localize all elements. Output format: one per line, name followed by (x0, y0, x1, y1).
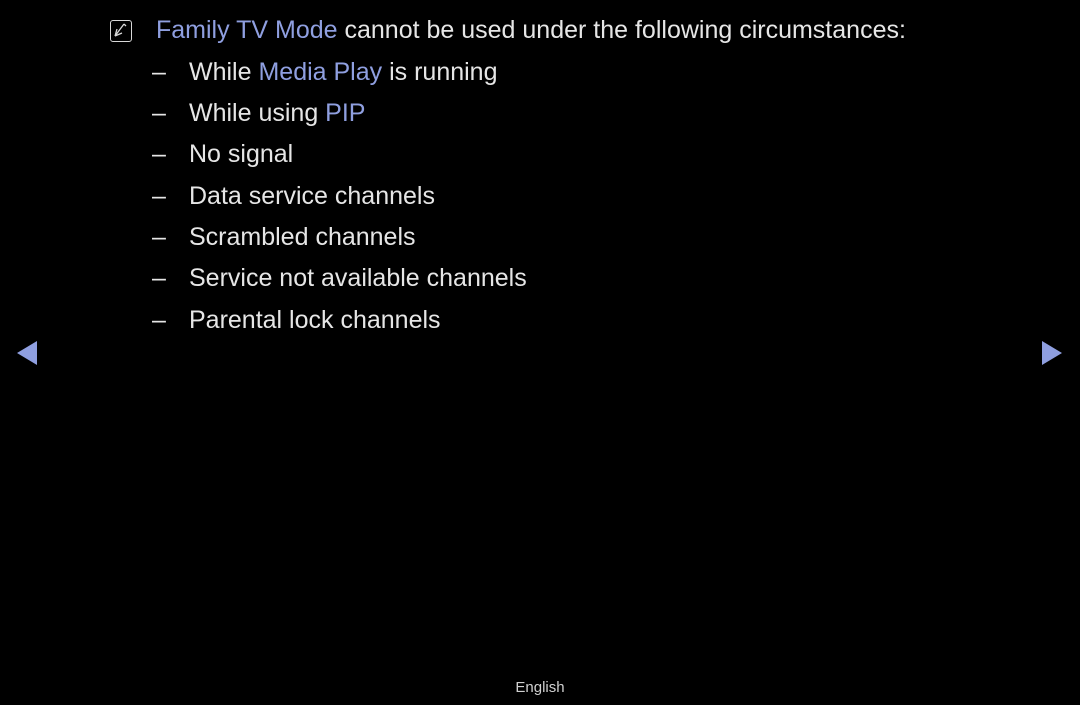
next-page-arrow-icon[interactable] (1042, 341, 1062, 365)
note-icon (110, 20, 132, 42)
item-text-post: is running (382, 58, 498, 86)
list-item: – Parental lock channels (152, 306, 441, 335)
dash: – (152, 58, 166, 86)
list-item: – Scrambled channels (152, 223, 416, 252)
language-label: English (515, 679, 565, 696)
dash: – (152, 99, 166, 127)
list-item: – While using PIP (152, 99, 365, 128)
dash: – (152, 140, 166, 168)
dash: – (152, 306, 166, 334)
dash: – (152, 182, 166, 210)
feature-name: Family TV Mode (156, 16, 338, 44)
list-item: – Service not available channels (152, 264, 527, 293)
note-text: cannot be used under the following circu… (337, 16, 906, 44)
note-line: Family TV Mode cannot be used under the … (156, 16, 906, 45)
list-item: – While Media Play is running (152, 58, 498, 87)
item-text: Data service channels (189, 182, 435, 210)
list-item: – Data service channels (152, 182, 435, 211)
item-text: Service not available channels (189, 264, 527, 292)
item-text: While using (189, 99, 326, 127)
previous-page-arrow-icon[interactable] (17, 341, 37, 365)
dash: – (152, 264, 166, 292)
item-text: While (189, 58, 259, 86)
dash: – (152, 223, 166, 251)
item-text: No signal (189, 140, 294, 168)
item-highlight: Media Play (258, 58, 383, 86)
item-text: Parental lock channels (189, 306, 441, 334)
item-highlight: PIP (325, 99, 366, 127)
item-text: Scrambled channels (189, 223, 416, 251)
list-item: – No signal (152, 140, 293, 169)
